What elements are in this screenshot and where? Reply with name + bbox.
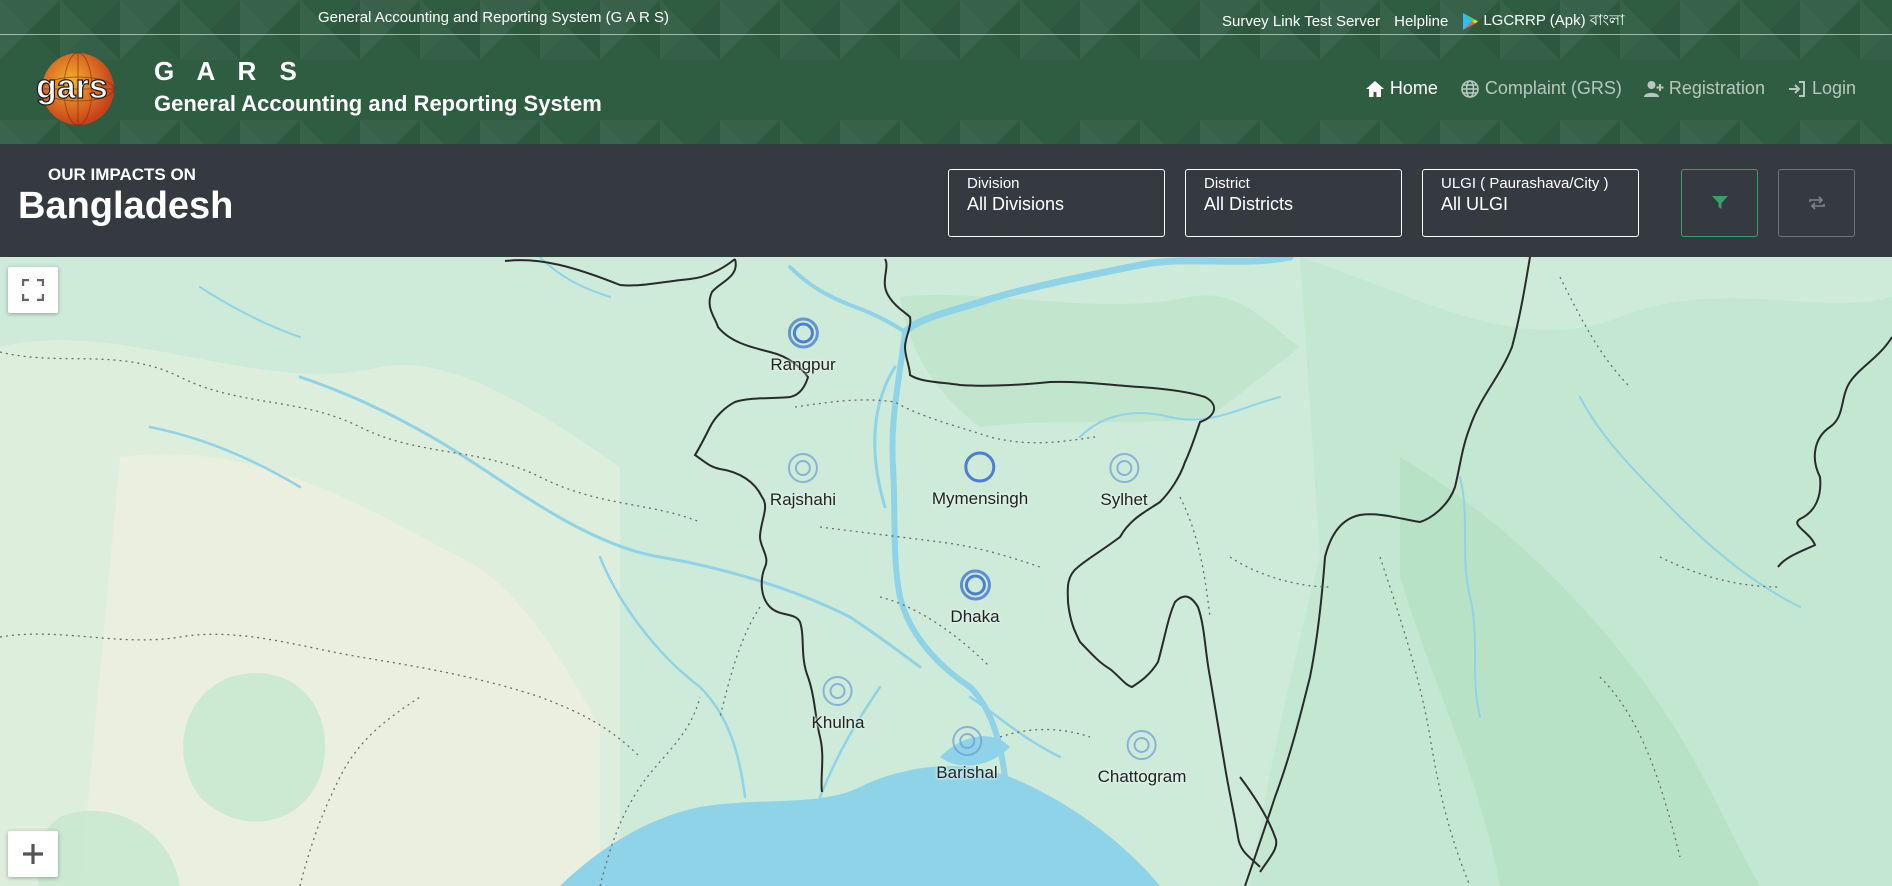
country-title: Bangladesh	[18, 185, 234, 227]
marker-rangpur[interactable]: Rangpur	[770, 316, 836, 375]
brand-full-name: General Accounting and Reporting System	[154, 90, 602, 116]
marker-ring-icon	[823, 676, 853, 706]
top-system-name: General Accounting and Reporting System …	[318, 9, 670, 26]
nav-home-label: Home	[1389, 78, 1438, 98]
funnel-icon	[1711, 196, 1728, 209]
marker-mymensingh[interactable]: Mymensingh	[932, 450, 1028, 509]
top-links: Survey Link Test Server Helpline LGCRRP …	[1222, 9, 1624, 34]
nav-complaint[interactable]: Complaint (GRS)	[1460, 78, 1622, 99]
site-header: General Accounting and Reporting System …	[0, 0, 1892, 144]
impacts-label: OUR IMPACTS ON	[48, 165, 196, 184]
google-play-icon	[1463, 13, 1479, 30]
marker-barishal[interactable]: Barishal	[936, 724, 998, 783]
refresh-icon	[1808, 196, 1825, 210]
main-nav: Home Complaint (GRS) Registration Login	[1365, 78, 1856, 99]
marker-ring-icon	[1126, 730, 1157, 760]
brand-text: G A R S General Accounting and Reporting…	[154, 56, 602, 117]
home-icon	[1365, 80, 1384, 97]
marker-label: Rajshahi	[769, 490, 837, 509]
gars-logo: gars	[28, 50, 136, 128]
marker-label: Dhaka	[950, 607, 1000, 626]
nav-complaint-label: Complaint (GRS)	[1484, 78, 1622, 98]
brand[interactable]: gars G A R S General Accounting and Repo…	[28, 50, 602, 128]
district-select[interactable]: District All Districts	[1185, 169, 1402, 237]
apk-link-label: LGCRRP (Apk) বাংলা	[1483, 12, 1625, 29]
nav-login-label: Login	[1811, 78, 1856, 98]
marker-label: Rangpur	[770, 355, 836, 374]
brand-abbr: G A R S	[154, 55, 305, 86]
survey-link[interactable]: Survey Link Test Server	[1222, 13, 1380, 30]
nav-home[interactable]: Home	[1365, 78, 1438, 99]
ulgi-label: ULGI ( Paurashava/City )	[1441, 175, 1609, 192]
marker-rajshahi[interactable]: Rajshahi	[770, 451, 836, 510]
fullscreen-icon	[22, 279, 44, 301]
nav-login[interactable]: Login	[1787, 78, 1856, 99]
ulgi-select[interactable]: ULGI ( Paurashava/City ) All ULGI	[1422, 169, 1639, 237]
marker-khulna[interactable]: Khulna	[811, 674, 865, 733]
marker-dhaka[interactable]: Dhaka	[950, 568, 1000, 627]
marker-ring-icon	[964, 451, 996, 483]
plus-icon	[23, 844, 43, 864]
nav-registration[interactable]: Registration	[1643, 78, 1765, 99]
user-plus-icon	[1643, 80, 1664, 97]
marker-sylhet[interactable]: Sylhet	[1100, 451, 1148, 510]
marker-label: Mymensingh	[931, 489, 1029, 508]
marker-chattogram[interactable]: Chattogram	[1097, 728, 1187, 787]
division-value: All Divisions	[967, 194, 1065, 214]
district-label: District	[1204, 175, 1250, 192]
nav-registration-label: Registration	[1668, 78, 1765, 98]
sign-in-icon	[1788, 80, 1805, 97]
marker-label: Sylhet	[1100, 490, 1148, 509]
helpline-link[interactable]: Helpline	[1394, 13, 1448, 30]
ulgi-value: All ULGI	[1441, 194, 1509, 214]
filter-button[interactable]	[1681, 169, 1758, 237]
map-base	[0, 257, 1892, 886]
marker-ring-icon	[959, 569, 991, 601]
fullscreen-button[interactable]	[8, 267, 58, 313]
marker-label: Khulna	[811, 713, 865, 732]
marker-ring-icon	[788, 453, 818, 483]
zoom-in-button[interactable]	[8, 831, 58, 877]
marker-label: Barishal	[936, 763, 998, 782]
district-value: All Districts	[1204, 194, 1293, 214]
apk-link[interactable]: LGCRRP (Apk) বাংলা	[1462, 9, 1624, 34]
top-bar: General Accounting and Reporting System …	[0, 0, 1892, 35]
division-label: Division	[967, 175, 1020, 192]
logo-text: gars	[36, 68, 108, 106]
marker-ring-icon	[1109, 453, 1139, 483]
reset-button[interactable]	[1778, 169, 1855, 237]
filter-bar: OUR IMPACTS ON Bangladesh Division All D…	[0, 144, 1892, 257]
map-view[interactable]: Rangpur Rajshahi Mymensingh Sylhet Dhaka…	[0, 257, 1892, 886]
division-select[interactable]: Division All Divisions	[948, 169, 1165, 237]
marker-ring-icon	[951, 726, 982, 756]
marker-ring-icon	[787, 317, 819, 349]
globe-icon	[1461, 79, 1479, 98]
marker-label: Chattogram	[1097, 767, 1187, 786]
